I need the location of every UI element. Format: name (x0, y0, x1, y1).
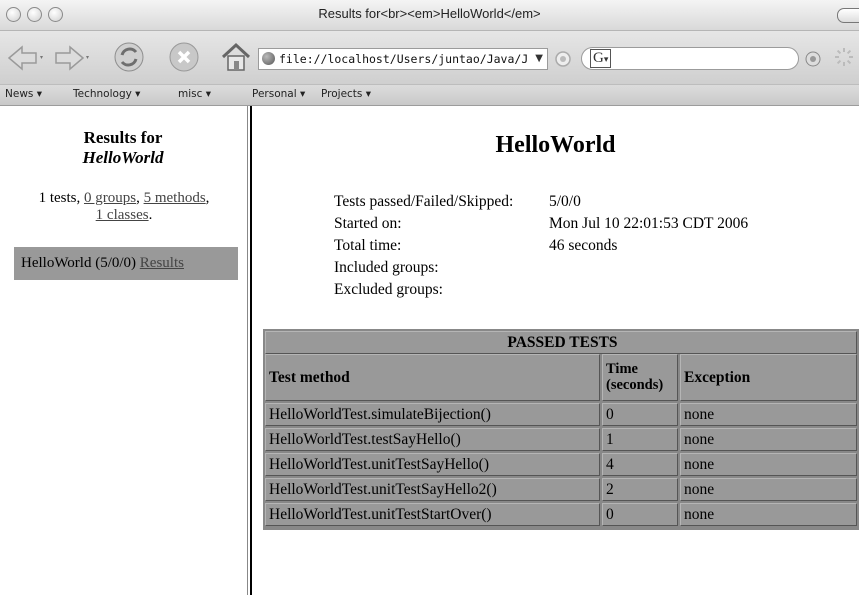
address-text: file://localhost/Users/juntao/Java/J (279, 52, 529, 66)
row-5-exception: none (680, 503, 857, 526)
suite-stats: 1 tests, 0 groups, 5 methods, 1 classes. (38, 190, 210, 223)
row-5-method: HelloWorldTest.unitTestStartOver() (265, 503, 600, 526)
methods-link[interactable]: 5 methods (144, 190, 206, 206)
address-history-dropdown[interactable]: ▼ (535, 49, 543, 69)
activity-spinner-icon (833, 46, 855, 68)
passed-value: 5/0/0 (549, 193, 581, 210)
rss-icon[interactable] (553, 49, 573, 69)
row-1-exception: none (680, 403, 857, 426)
bookmark-technology[interactable]: Technology ▾ (73, 88, 140, 100)
column-header-exception: Exception (680, 354, 857, 401)
row-4-time: 2 (602, 478, 678, 501)
passed-label: Tests passed/Failed/Skipped: (334, 193, 514, 210)
sidebar-suite-name: HelloWorld (82, 148, 164, 167)
row-3-time: 4 (602, 453, 678, 476)
bookmark-personal[interactable]: Personal ▾ (252, 88, 305, 100)
suite-summary-label: HelloWorld (5/0/0) (21, 255, 137, 271)
back-icon[interactable] (6, 45, 46, 71)
stop-icon[interactable] (168, 41, 200, 73)
row-2-time: 1 (602, 428, 678, 451)
row-4-method: HelloWorldTest.unitTestSayHello2() (265, 478, 600, 501)
column-header-time: Time (seconds) (602, 354, 678, 401)
row-1-method: HelloWorldTest.simulateBijection() (265, 403, 600, 426)
row-2-exception: none (680, 428, 857, 451)
bookmark-misc[interactable]: misc ▾ (178, 88, 211, 100)
column-header-method: Test method (265, 354, 600, 401)
search-submit-icon[interactable] (804, 50, 822, 68)
forward-icon[interactable] (50, 45, 90, 71)
bookmark-projects[interactable]: Projects ▾ (321, 88, 371, 100)
started-value: Mon Jul 10 22:01:53 CDT 2006 (549, 215, 749, 232)
address-bar[interactable]: file://localhost/Users/juntao/Java/J ▼ (258, 48, 548, 70)
row-1-time: 0 (602, 403, 678, 426)
window-title: Results for<br><em>HelloWorld</em> (318, 6, 541, 21)
row-3-method: HelloWorldTest.unitTestSayHello() (265, 453, 600, 476)
home-icon[interactable] (220, 41, 252, 73)
row-4-exception: none (680, 478, 857, 501)
passed-tests-table: PASSED TESTS Test method Time (seconds) E… (263, 329, 859, 530)
row-3-exception: none (680, 453, 857, 476)
site-globe-icon (262, 52, 275, 65)
suite-summary-row: HelloWorld (5/0/0) Results (14, 247, 238, 280)
bookmark-news[interactable]: News ▾ (5, 88, 42, 100)
search-engine-icon[interactable]: G▾ (590, 49, 612, 68)
bookmarks-bar: News ▾ Technology ▾ misc ▾ Personal ▾ Pr… (0, 84, 859, 106)
excluded-groups-label: Excluded groups: (334, 281, 443, 298)
row-2-method: HelloWorldTest.testSayHello() (265, 428, 600, 451)
row-5-time: 0 (602, 503, 678, 526)
suite-results-link[interactable]: Results (140, 255, 184, 271)
started-label: Started on: (334, 215, 402, 232)
suite-sidebar: Results for HelloWorld 1 tests, 0 groups… (0, 106, 246, 595)
table-caption: PASSED TESTS (265, 331, 857, 354)
navigation-toolbar: file://localhost/Users/juntao/Java/J ▼ G… (0, 31, 859, 84)
total-time-value: 46 seconds (549, 237, 618, 254)
page-title: HelloWorld (495, 132, 616, 158)
groups-link[interactable]: 0 groups (84, 190, 136, 206)
reload-icon[interactable] (113, 41, 145, 73)
classes-link[interactable]: 1 classes (96, 207, 149, 223)
toolbar-toggle-button[interactable] (837, 8, 859, 23)
sidebar-title: Results for (83, 128, 163, 147)
included-groups-label: Included groups: (334, 259, 439, 276)
total-time-label: Total time: (334, 237, 402, 254)
window-titlebar: Results for<br><em>HelloWorld</em> (0, 0, 859, 31)
search-input[interactable]: G▾ (581, 47, 799, 70)
